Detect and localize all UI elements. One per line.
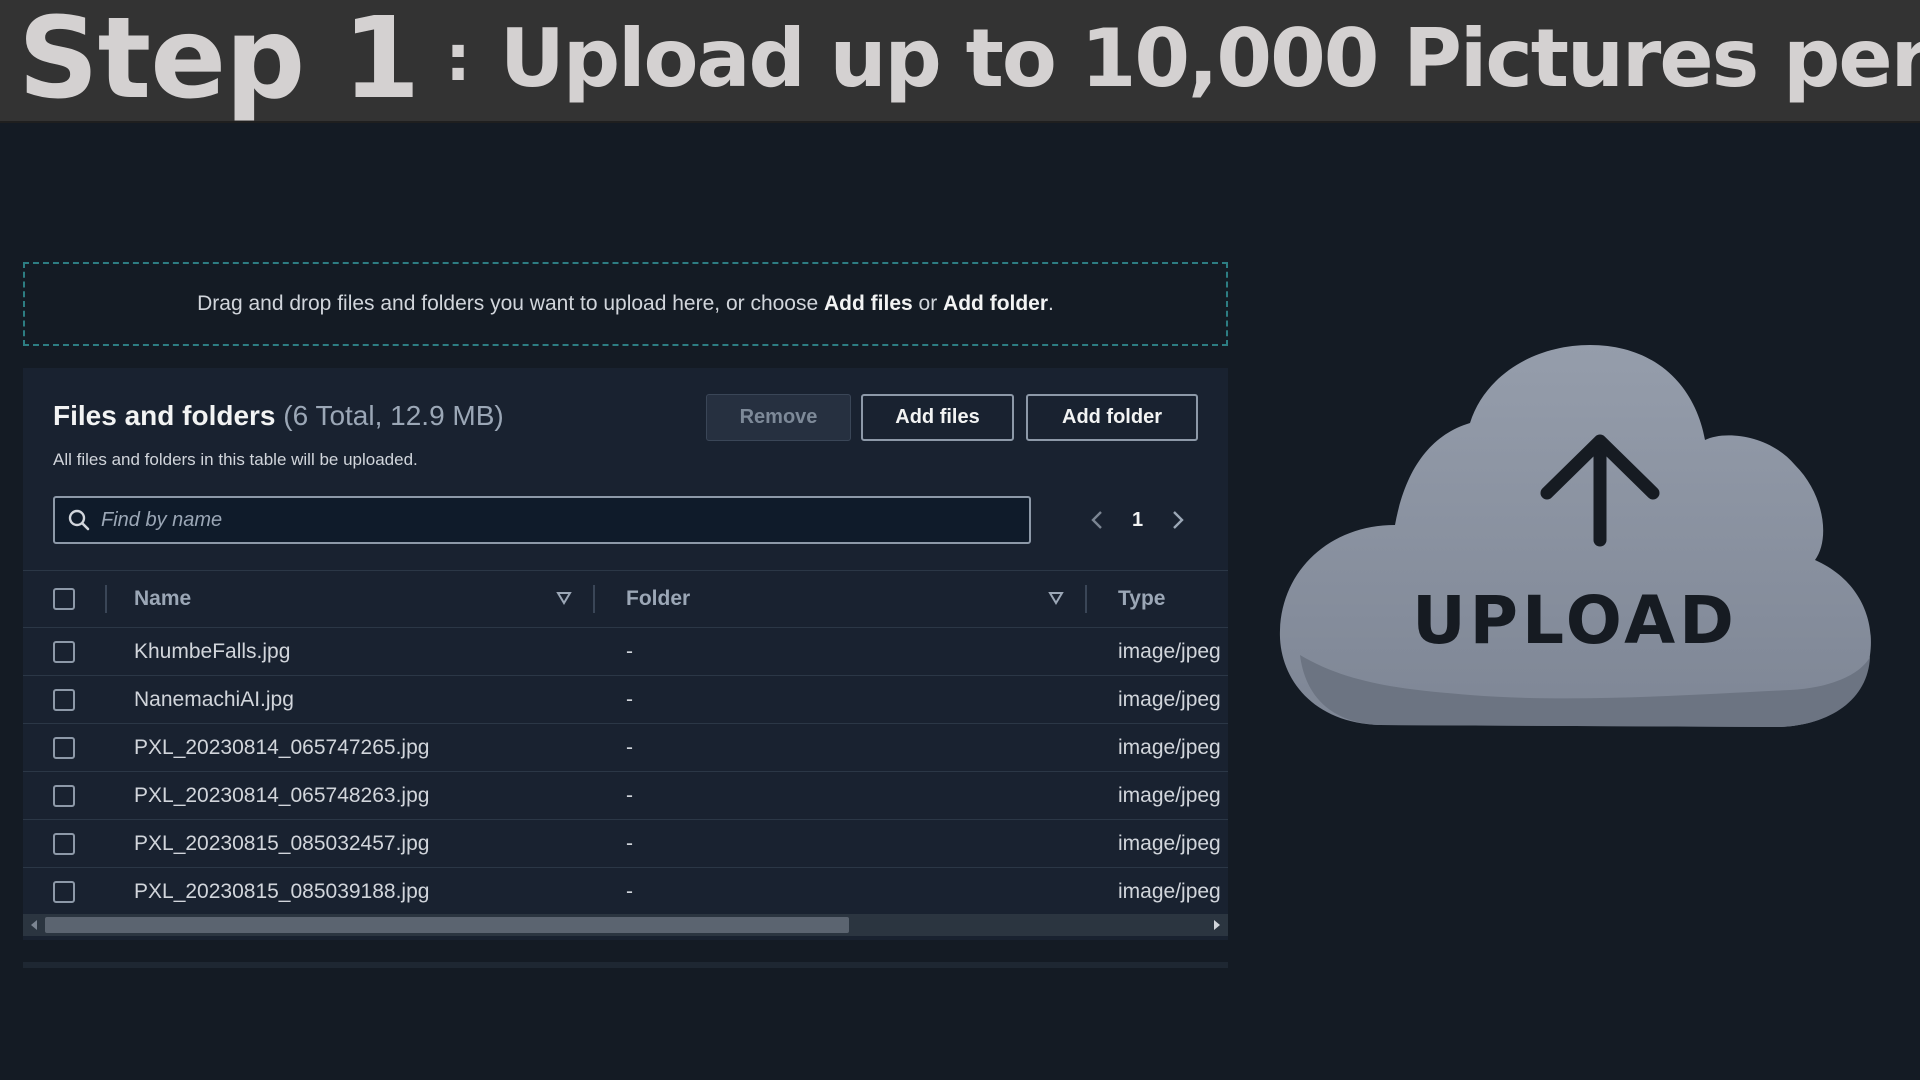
file-folder: - xyxy=(626,880,633,903)
file-type: image/jpeg xyxy=(1118,688,1221,711)
select-all-checkbox[interactable] xyxy=(53,588,75,610)
table-row[interactable]: PXL_20230815_085032457.jpg - image/jpeg xyxy=(23,820,1228,868)
file-type: image/jpeg xyxy=(1118,736,1221,759)
dropzone-text-before: Drag and drop files and folders you want… xyxy=(197,292,825,315)
file-folder: - xyxy=(626,736,633,759)
title-banner: Step 1: Upload up to 10,000 Pictures per … xyxy=(0,0,1920,123)
file-name: NanemachiAI.jpg xyxy=(134,688,294,711)
file-folder: - xyxy=(626,640,633,663)
file-name: PXL_20230815_085032457.jpg xyxy=(134,832,430,855)
dropzone-add-folder-text: Add folder xyxy=(943,292,1049,315)
scroll-right-arrow-icon[interactable] xyxy=(1214,920,1220,930)
file-folder: - xyxy=(626,688,633,711)
search-input[interactable] xyxy=(101,508,981,532)
row-checkbox[interactable] xyxy=(53,737,75,759)
panel-title-text: Files and folders xyxy=(53,400,276,431)
chevron-right-icon[interactable] xyxy=(1169,509,1187,531)
row-checkbox[interactable] xyxy=(53,689,75,711)
file-name: PXL_20230814_065747265.jpg xyxy=(134,736,430,759)
file-name: PXL_20230815_085039188.jpg xyxy=(134,880,430,903)
table-row[interactable]: PXL_20230815_085039188.jpg - image/jpeg xyxy=(23,868,1228,916)
banner-heading: Step 1: Upload up to 10,000 Pictures per … xyxy=(18,0,1920,123)
scrollbar-thumb[interactable] xyxy=(45,917,849,933)
search-icon xyxy=(68,509,90,531)
file-type: image/jpeg xyxy=(1118,784,1221,807)
dropzone-or-text: or xyxy=(912,292,944,315)
remove-button[interactable]: Remove xyxy=(706,394,851,441)
column-divider[interactable] xyxy=(1085,585,1087,613)
table-row[interactable]: PXL_20230814_065748263.jpg - image/jpeg xyxy=(23,772,1228,820)
sort-down-icon[interactable] xyxy=(556,591,572,605)
panel-description: All files and folders in this table will… xyxy=(53,450,418,469)
horizontal-scrollbar[interactable] xyxy=(23,914,1228,936)
file-type: image/jpeg xyxy=(1118,640,1221,663)
column-header-name[interactable]: Name xyxy=(134,587,191,611)
row-checkbox[interactable] xyxy=(53,881,75,903)
upload-cloud-icon xyxy=(1279,345,1871,727)
panel-title-count: (6 Total, 12.9 MB) xyxy=(283,400,504,431)
table-row[interactable]: PXL_20230814_065747265.jpg - image/jpeg xyxy=(23,724,1228,772)
file-folder: - xyxy=(626,784,633,807)
file-name: KhumbeFalls.jpg xyxy=(134,640,291,663)
current-page[interactable]: 1 xyxy=(1132,509,1143,532)
panel-title: Files and folders (6 Total, 12.9 MB) xyxy=(53,400,504,432)
file-folder: - xyxy=(626,832,633,855)
files-table: Name Folder Type KhumbeFalls.jpg - image… xyxy=(23,570,1228,916)
column-divider[interactable] xyxy=(593,585,595,613)
row-checkbox[interactable] xyxy=(53,833,75,855)
add-folder-button[interactable]: Add folder xyxy=(1026,394,1198,441)
file-name: PXL_20230814_065748263.jpg xyxy=(134,784,430,807)
search-field[interactable] xyxy=(53,496,1031,544)
file-type: image/jpeg xyxy=(1118,880,1221,903)
scroll-left-arrow-icon[interactable] xyxy=(31,920,37,930)
column-header-folder[interactable]: Folder xyxy=(626,587,690,611)
column-divider xyxy=(105,585,107,613)
row-checkbox[interactable] xyxy=(53,641,75,663)
dropzone-period: . xyxy=(1048,292,1054,315)
table-row[interactable]: KhumbeFalls.jpg - image/jpeg xyxy=(23,628,1228,676)
upload-label: UPLOAD xyxy=(1412,582,1738,659)
dropzone-add-files-text: Add files xyxy=(824,292,913,315)
dropzone-text: Drag and drop files and folders you want… xyxy=(197,292,1054,316)
table-header: Name Folder Type xyxy=(23,570,1228,628)
upload-dropzone[interactable]: Drag and drop files and folders you want… xyxy=(23,262,1228,346)
table-row[interactable]: NanemachiAI.jpg - image/jpeg xyxy=(23,676,1228,724)
column-header-type[interactable]: Type xyxy=(1118,587,1165,611)
chevron-left-icon[interactable] xyxy=(1088,509,1106,531)
panel-footer-divider xyxy=(23,962,1228,968)
file-type: image/jpeg xyxy=(1118,832,1221,855)
banner-headline: Upload up to 10,000 Pictures per Wedding xyxy=(499,12,1920,105)
add-files-button[interactable]: Add files xyxy=(861,394,1014,441)
row-checkbox[interactable] xyxy=(53,785,75,807)
banner-colon: : xyxy=(445,22,471,96)
sort-down-icon[interactable] xyxy=(1048,591,1064,605)
pagination: 1 xyxy=(1088,496,1187,544)
banner-step: Step 1 xyxy=(18,0,420,123)
files-and-folders-panel: Files and folders (6 Total, 12.9 MB) All… xyxy=(23,368,1228,940)
